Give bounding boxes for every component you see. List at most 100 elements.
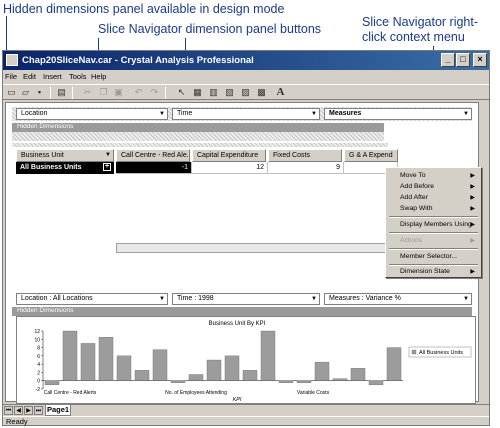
x-tick-label: Variable Costs (297, 390, 330, 396)
menu-item-actions[interactable]: Actions ▶ (386, 236, 481, 246)
context-menu: Move To ▶ Add Before ▶ Add After ▶ Swap Wit… (385, 167, 482, 278)
grid-icon[interactable]: ▦ (192, 87, 203, 98)
chart-plot: -2 0 2 4 6 8 10 12 Call Centre - Red Alerts No. o… (34, 329, 403, 396)
chevron-right-icon: ▶ (470, 238, 475, 244)
last-page-icon[interactable]: ⏭ (34, 406, 43, 415)
chart-container[interactable]: Business Unit By KPI KPI -2 0 2 4 6 8 10 12 Call… (16, 316, 476, 404)
save-icon[interactable]: ▪ (34, 87, 45, 98)
column-header-ga-expend[interactable]: G & A Expend (344, 149, 398, 162)
location-dimension-button[interactable]: Location ▼ (16, 108, 168, 120)
callout-hidden-dimensions: Hidden dimensions panel available in des… (3, 2, 285, 16)
print-icon[interactable]: ▤ (56, 87, 67, 98)
chart-title: Business Unit By KPI (209, 321, 266, 327)
y-tick-label: 2 (37, 370, 40, 376)
menu-tools[interactable]: Tools (69, 72, 87, 81)
chart-bar (332, 378, 348, 381)
maximize-button[interactable]: □ (456, 53, 470, 67)
menu-separator (389, 264, 478, 266)
graph-icon[interactable]: ▩ (256, 87, 267, 98)
slice-icon[interactable]: ▧ (224, 87, 235, 98)
window-title: Chap20SliceNav.car - Crystal Analysis Pr… (22, 55, 254, 66)
hidden-dimensions-bar-2[interactable]: Hidden Dimensions (12, 307, 472, 316)
chevron-right-icon: ▶ (470, 269, 475, 275)
chevron-down-icon: ▼ (159, 111, 165, 117)
menu-item-display-members[interactable]: Display Members Using ▶ (386, 220, 481, 230)
menu-item-member-selector[interactable]: Member Selector... (386, 252, 481, 262)
cut-icon[interactable]: ✂ (82, 87, 93, 98)
chart-icon[interactable]: ▥ (208, 87, 219, 98)
menu-item-dimension-state[interactable]: Dimension State ▶ (386, 267, 481, 277)
grid-frame (12, 143, 388, 147)
column-header-capital-expenditure[interactable]: Capital Expenditure (192, 149, 266, 162)
chevron-down-icon: ▼ (311, 296, 317, 302)
menu-bar: File Edit Insert Tools Help (3, 70, 489, 84)
menu-separator (389, 232, 478, 234)
measures-dimension-button[interactable]: Measures ▼ (324, 108, 472, 120)
chevron-right-icon: ▶ (470, 173, 475, 179)
hidden-dimensions-bar[interactable]: Hidden Dimensions (12, 123, 384, 132)
location-slice-dropdown[interactable]: Location : All Locations ▼ (16, 293, 168, 305)
row-dimension-header[interactable]: Business Unit ▼ (16, 149, 114, 162)
callout-context-menu-2: click context menu (362, 30, 465, 44)
application-window: Chap20SliceNav.car - Crystal Analysis Pr… (2, 50, 490, 426)
column-header-fixed-costs[interactable]: Fixed Costs (268, 149, 342, 162)
chart-bar (188, 374, 204, 381)
chevron-right-icon: ▶ (470, 206, 475, 212)
paste-icon[interactable]: ▣ (113, 87, 124, 98)
chart-bar (296, 380, 312, 383)
first-page-icon[interactable]: ⏮ (4, 406, 13, 415)
chart-bar (80, 343, 96, 381)
menu-file[interactable]: File (5, 72, 17, 81)
chart-bar (206, 359, 222, 381)
chart-bar (278, 380, 294, 383)
menu-edit[interactable]: Edit (23, 72, 36, 81)
chart-bar (314, 361, 330, 381)
undo-icon[interactable]: ↶ (133, 87, 144, 98)
new-icon[interactable]: ▭ (6, 87, 17, 98)
text-icon[interactable]: A (275, 87, 286, 98)
chart-bar (368, 380, 384, 386)
menu-separator (389, 248, 478, 250)
column-header-call-centre[interactable]: Call Centre - Red Ale... (116, 149, 190, 162)
menu-item-move-to[interactable]: Move To ▶ (386, 171, 481, 181)
open-icon[interactable]: ▱ (20, 87, 31, 98)
chevron-down-icon: ▼ (463, 111, 469, 117)
grid-cell[interactable]: 9 (268, 162, 344, 174)
y-tick-label: 6 (37, 354, 40, 360)
time-slice-dropdown[interactable]: Time : 1998 ▼ (172, 293, 320, 305)
menu-help[interactable]: Help (91, 72, 106, 81)
chevron-down-icon: ▼ (463, 296, 469, 302)
minimize-button[interactable]: _ (441, 53, 455, 67)
tab-page1[interactable]: Page1 (45, 405, 71, 416)
menu-item-swap-with[interactable]: Swap With ▶ (386, 204, 481, 214)
chart-bar (170, 380, 186, 383)
horizontal-scrollbar[interactable] (116, 243, 388, 253)
measures-slice-dropdown[interactable]: Measures : Variance % ▼ (324, 293, 472, 305)
menu-item-add-after[interactable]: Add After ▶ (386, 193, 481, 203)
chevron-right-icon: ▶ (470, 222, 475, 228)
hidden-dimensions-panel (12, 132, 384, 141)
copy-icon[interactable]: ❐ (98, 87, 109, 98)
pointer-icon[interactable]: ↖ (176, 87, 187, 98)
menu-insert[interactable]: Insert (43, 72, 62, 81)
menu-item-add-before[interactable]: Add Before ▶ (386, 182, 481, 192)
table-icon[interactable]: ▨ (240, 87, 251, 98)
time-dimension-label: Time (177, 110, 193, 117)
time-dimension-button[interactable]: Time ▼ (172, 108, 320, 120)
prev-page-icon[interactable]: ◀ (14, 406, 23, 415)
y-tick-label: 0 (37, 379, 40, 385)
grid-cell[interactable]: 12 (192, 162, 268, 174)
close-button[interactable]: × (473, 53, 487, 67)
grid-cell[interactable]: -1 (116, 162, 192, 174)
redo-icon[interactable]: ↷ (149, 87, 160, 98)
toolbar: ▭ ▱ ▪ ▤ ✂ ❐ ▣ ↶ ↷ ↖ ▦ ▥ ▧ ▨ ▩ A (3, 84, 489, 100)
expand-icon[interactable]: + (103, 163, 111, 171)
chevron-down-icon: ▼ (105, 152, 111, 158)
chevron-right-icon: ▶ (470, 195, 475, 201)
sheet-tab-bar: ⏮ ◀ ▶ ⏭ Page1 (3, 404, 489, 416)
row-header-all-business-units[interactable]: All Business Units + (16, 162, 114, 174)
legend-swatch (411, 349, 417, 355)
y-tick-label: 4 (37, 362, 40, 368)
title-bar[interactable]: Chap20SliceNav.car - Crystal Analysis Pr… (3, 51, 489, 70)
next-page-icon[interactable]: ▶ (24, 406, 33, 415)
